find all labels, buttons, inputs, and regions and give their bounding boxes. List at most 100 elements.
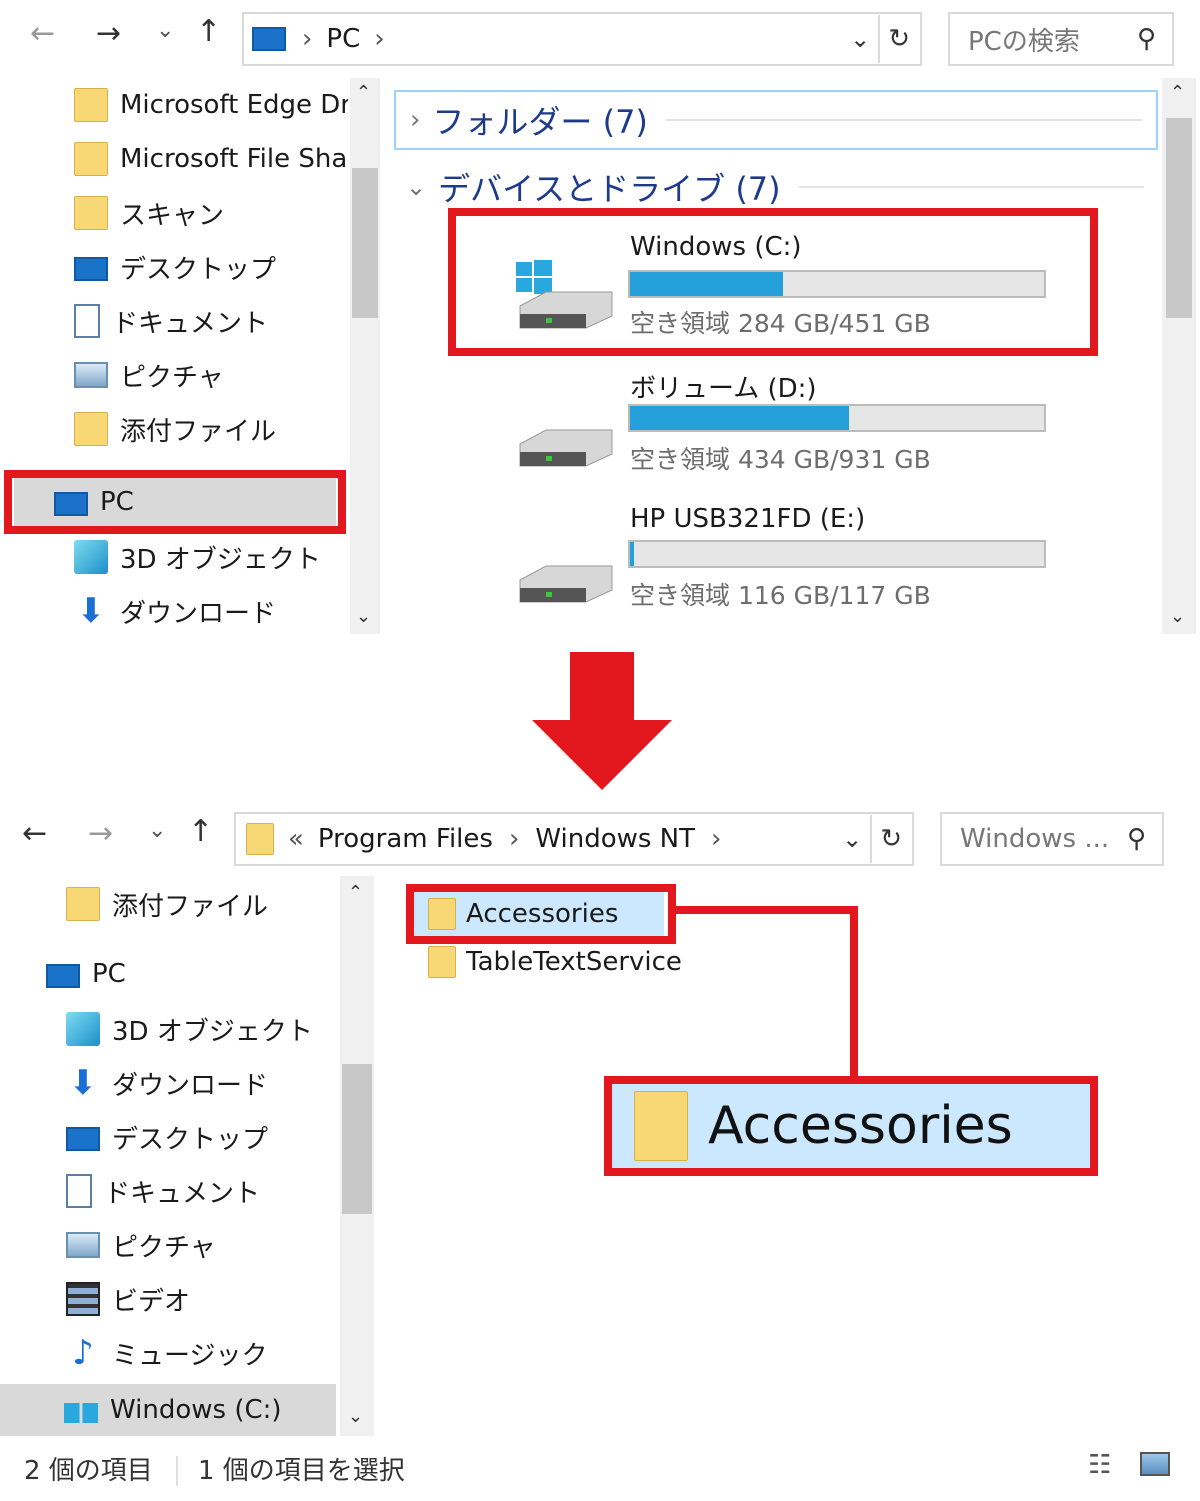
address-dropdown-chevron-icon[interactable]: ⌄: [842, 825, 862, 853]
tree-item-attachments[interactable]: 添付ファイル: [66, 876, 336, 932]
tree-item-file-share[interactable]: Microsoft File Shar: [74, 132, 348, 186]
group-devices[interactable]: ⌄ デバイスとドライブ (7): [406, 162, 1146, 212]
address-bar[interactable]: « Program Files › Windows NT › ⌄ ↻: [234, 812, 914, 866]
forward-arrow-icon[interactable]: →: [96, 16, 121, 51]
drive-e-icon[interactable]: [516, 532, 616, 612]
tree-item-windows-c-selected[interactable]: Windows (C:): [0, 1384, 336, 1436]
callout-connector: [850, 906, 858, 1080]
tree-item-videos[interactable]: ビデオ: [66, 1272, 336, 1326]
tree-item-3d-objects[interactable]: 3D オブジェクト: [66, 1002, 336, 1056]
folder-icon: [74, 196, 108, 230]
scroll-thumb[interactable]: [342, 1064, 372, 1214]
content-scrollbar[interactable]: ⌃ ⌄: [1162, 78, 1196, 634]
picture-icon: [74, 362, 108, 388]
breadcrumb-separator: ›: [374, 24, 385, 54]
highlight-frame-pc: [4, 470, 346, 534]
breadcrumb-program-files[interactable]: Program Files: [318, 824, 493, 854]
tree-item-desktop[interactable]: デスクトップ: [74, 240, 348, 294]
breadcrumb-overflow[interactable]: «: [288, 824, 304, 854]
expand-chevron-right-icon[interactable]: ›: [410, 105, 420, 135]
up-arrow-icon[interactable]: ↑: [196, 14, 221, 49]
drive-e-name[interactable]: HP USB321FD (E:): [630, 504, 865, 534]
tree-item-pictures[interactable]: ピクチャ: [66, 1218, 336, 1272]
navigation-pane: Microsoft Edge Drc Microsoft File Shar ス…: [74, 78, 348, 456]
tree-item-attachments[interactable]: 添付ファイル: [74, 402, 348, 456]
folder-icon: [74, 142, 108, 176]
tree-item-documents[interactable]: ドキュメント: [74, 294, 348, 348]
navigation-pane: 添付ファイル: [66, 876, 336, 932]
search-input[interactable]: Windows ...: [960, 824, 1127, 854]
collapse-chevron-down-icon[interactable]: ⌄: [406, 173, 426, 201]
folder-icon: [74, 88, 108, 122]
download-icon: ⬇: [76, 591, 106, 631]
search-icon[interactable]: ⚲: [1127, 824, 1146, 854]
scroll-down-icon[interactable]: ⌄: [1170, 606, 1185, 627]
tree-item-pc[interactable]: PC: [46, 946, 336, 1002]
navigation-scrollbar[interactable]: ⌃ ⌄: [340, 876, 374, 1436]
drive-d-usage-fill: [630, 406, 850, 430]
tree-item-pictures[interactable]: ピクチャ: [74, 348, 348, 402]
refresh-icon[interactable]: ↻: [888, 24, 910, 54]
pc-icon: [252, 27, 286, 51]
scroll-thumb[interactable]: [1166, 118, 1192, 318]
download-icon: ⬇: [68, 1063, 98, 1103]
desktop-icon: [74, 257, 108, 281]
address-bar[interactable]: › PC › ⌄ ↻: [242, 12, 922, 66]
tree-item-scan[interactable]: スキャン: [74, 186, 348, 240]
back-arrow-icon[interactable]: ←: [22, 816, 47, 851]
back-arrow-icon[interactable]: ←: [30, 16, 55, 51]
tree-item-3d-objects[interactable]: 3D オブジェクト: [74, 530, 348, 584]
folder-icon: [74, 412, 108, 446]
recent-chevron-down-icon[interactable]: ⌄: [148, 818, 166, 843]
folder-icon: [246, 823, 274, 855]
pc-icon: [46, 964, 80, 988]
document-icon: [66, 1174, 92, 1208]
breadcrumb-windows-nt[interactable]: Windows NT: [535, 824, 695, 854]
document-icon: [74, 304, 100, 338]
music-icon: ♪: [72, 1333, 94, 1373]
file-item-tabletextservice[interactable]: TableTextService: [414, 940, 694, 984]
tree-item-music[interactable]: ♪ ミュージック: [66, 1326, 336, 1380]
scroll-thumb[interactable]: [352, 168, 378, 318]
search-icon[interactable]: ⚲: [1137, 24, 1156, 54]
address-dropdown-chevron-icon[interactable]: ⌄: [850, 25, 870, 53]
tree-item-downloads[interactable]: ⬇ ダウンロード: [66, 1056, 336, 1110]
tree-item-desktop[interactable]: デスクトップ: [66, 1110, 336, 1164]
details-view-icon[interactable]: ☷: [1088, 1450, 1111, 1480]
breadcrumb-separator: ›: [711, 824, 722, 854]
scroll-down-icon[interactable]: ⌄: [348, 1406, 363, 1427]
drive-d-free-space: 空き領域 434 GB/931 GB: [630, 445, 931, 474]
status-divider: [176, 1456, 178, 1486]
transition-down-arrow-icon: [532, 652, 672, 796]
scroll-up-icon[interactable]: ⌃: [356, 82, 371, 103]
search-box[interactable]: Windows ... ⚲: [940, 812, 1164, 866]
scroll-up-icon[interactable]: ⌃: [1170, 82, 1185, 103]
tree-item-edge-drop[interactable]: Microsoft Edge Drc: [74, 78, 348, 132]
drive-d-name[interactable]: ボリューム (D:): [630, 368, 817, 405]
search-box[interactable]: PCの検索 ⚲: [948, 12, 1174, 66]
tree-item-documents[interactable]: ドキュメント: [66, 1164, 336, 1218]
large-icons-view-icon[interactable]: [1140, 1452, 1170, 1476]
highlight-frame-accessories: [406, 884, 676, 944]
scroll-up-icon[interactable]: ⌃: [348, 882, 363, 903]
status-selected-count: 1 個の項目を選択: [198, 1456, 405, 1486]
recent-chevron-down-icon[interactable]: ⌄: [156, 18, 174, 43]
picture-icon: [66, 1232, 100, 1258]
cube-icon: [66, 1012, 100, 1046]
drive-e-usage-fill: [630, 542, 635, 566]
folder-icon: [66, 887, 100, 921]
tree-item-downloads[interactable]: ⬇ ダウンロード: [74, 584, 348, 638]
breadcrumb-pc[interactable]: PC: [326, 24, 360, 54]
forward-arrow-icon[interactable]: →: [88, 816, 113, 851]
drive-d-icon[interactable]: [516, 396, 616, 476]
status-item-count: 2 個の項目: [24, 1456, 153, 1486]
scroll-down-icon[interactable]: ⌄: [356, 606, 371, 627]
search-input[interactable]: PCの検索: [968, 21, 1137, 58]
refresh-icon[interactable]: ↻: [880, 824, 902, 854]
navigation-scrollbar[interactable]: ⌃ ⌄: [350, 78, 380, 634]
drive-e-usage-bar: [628, 540, 1046, 568]
video-icon: [66, 1282, 100, 1316]
group-folders[interactable]: › フォルダー (7): [394, 90, 1158, 150]
up-arrow-icon[interactable]: ↑: [188, 814, 213, 849]
desktop-icon: [66, 1127, 100, 1151]
